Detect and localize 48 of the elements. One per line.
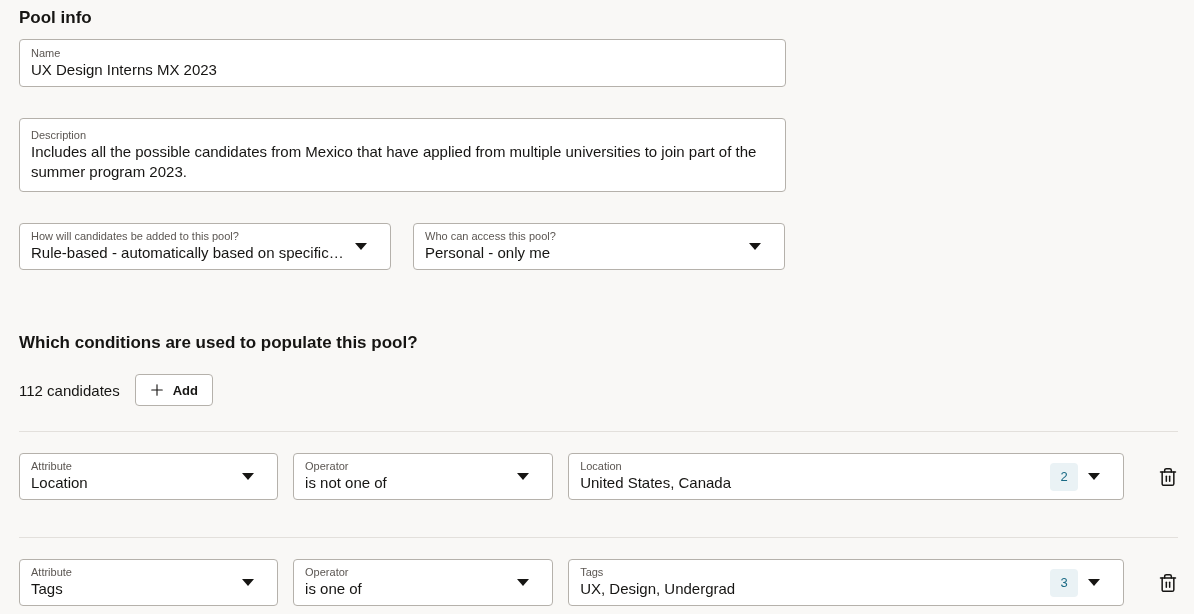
caret-icon (517, 473, 530, 480)
field-label: Attribute (31, 566, 73, 579)
select-field[interactable]: How will candidates be added to this pool? Rule-based - automatically based on specific… (19, 223, 391, 270)
field-label: Who can access this pool? (425, 230, 557, 243)
field-label: Name (31, 46, 62, 60)
field-value: Personal - only me (425, 243, 552, 263)
field-value: Includes all the possible candidates from Mexico that have applied from multiple universities to join part of the summer program 2023. (31, 141, 758, 182)
field-label: Description (31, 128, 88, 142)
caret-icon (749, 243, 761, 250)
field-value: UX, Design, Undergrad (580, 579, 737, 599)
select-field[interactable]: Attribute Tags (19, 559, 279, 606)
name-field[interactable]: Name UX Design Interns MX 2023 (19, 39, 786, 87)
trash-icon (1158, 572, 1178, 593)
trash-icon (1158, 466, 1178, 487)
field-value: United States, Canada (580, 473, 733, 493)
add-button[interactable]: Add (134, 374, 213, 406)
field-value: Location (31, 473, 89, 493)
caret-icon (242, 473, 255, 480)
select-field[interactable]: Tags UX, Design, Undergrad 3 (568, 559, 1124, 606)
select-field[interactable]: Attribute Location (19, 453, 279, 500)
section-heading: Which conditions are used to populate this pool? (19, 332, 419, 354)
count-badge: 3 (1050, 568, 1078, 597)
field-value: Rule-based - automatically based on specific… (31, 243, 345, 263)
field-label: How will candidates be added to this pool? (31, 230, 240, 243)
caret-icon (517, 579, 530, 586)
caret-icon (1088, 473, 1100, 480)
caret-icon (1088, 579, 1100, 586)
candidate-count: 112 candidates (19, 381, 120, 399)
section-title: Pool info (19, 7, 93, 29)
field-label: Operator (305, 566, 350, 579)
description-field[interactable]: Description Includes all the possible candidates from Mexico that have applied from multiple universities to join part of the summer program 2023. (19, 118, 786, 192)
field-label: Attribute (31, 460, 73, 473)
delete-button[interactable] (1158, 466, 1178, 487)
field-value: is one of (305, 579, 363, 599)
field-value: is not one of (305, 473, 388, 493)
caret-icon (242, 579, 255, 586)
count-badge: 2 (1050, 462, 1078, 491)
field-label: Location (580, 460, 623, 473)
field-label: Operator (305, 460, 350, 473)
delete-button[interactable] (1158, 572, 1178, 593)
field-label: Tags (580, 566, 605, 579)
caret-icon (355, 243, 367, 250)
field-value: UX Design Interns MX 2023 (31, 59, 218, 80)
select-field[interactable]: Operator is one of (293, 559, 554, 606)
select-field[interactable]: Operator is not one of (293, 453, 554, 500)
field-value: Tags (31, 579, 64, 599)
select-field[interactable]: Location United States, Canada 2 (568, 453, 1124, 500)
select-field[interactable]: Who can access this pool? Personal - only me (413, 223, 785, 270)
